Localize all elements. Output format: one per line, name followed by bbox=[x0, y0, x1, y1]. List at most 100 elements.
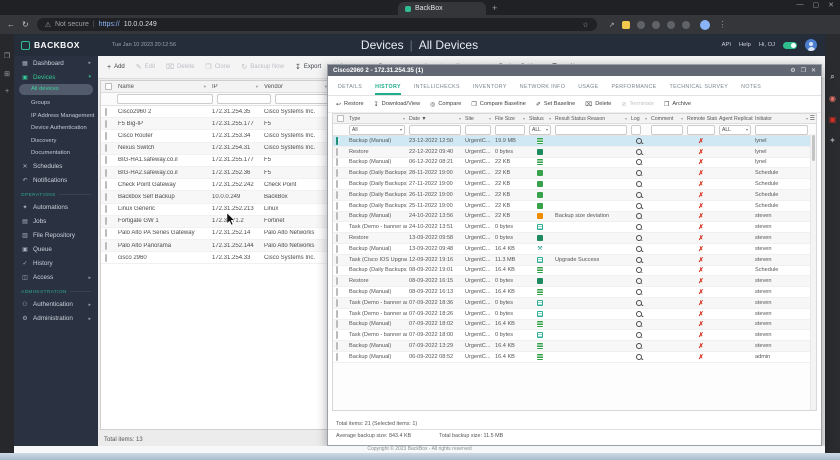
view-log-icon[interactable] bbox=[636, 299, 642, 306]
browser-tab[interactable]: BackBox bbox=[398, 2, 486, 15]
column-header-log[interactable]: Log ▾ bbox=[629, 116, 649, 122]
view-log-icon[interactable] bbox=[636, 278, 642, 285]
history-row[interactable]: Backup (Manual) 06-12-2022 08:21 UrgentC… bbox=[333, 157, 816, 169]
view-log-icon[interactable] bbox=[636, 235, 642, 242]
device-row[interactable]: Nexus Switch 172.31.254.31 Cisco Systems… bbox=[101, 142, 330, 155]
row-checkbox-checked[interactable] bbox=[336, 136, 338, 145]
view-log-icon[interactable] bbox=[636, 289, 642, 296]
sidebar-subitem-groups[interactable]: Groups bbox=[14, 97, 98, 110]
sidebar-subitem-device-authentication[interactable]: Device Authentication bbox=[14, 122, 98, 135]
sidebar-subitem-ip-address-management[interactable]: IP Address Management bbox=[14, 110, 98, 123]
history-row[interactable]: Task (Cisco IOS Upgrade) 12-09-2022 19:1… bbox=[333, 254, 816, 266]
tab-inventory[interactable]: INVENTORY bbox=[473, 84, 507, 95]
log-filter-input[interactable] bbox=[631, 124, 641, 135]
extension-a-icon[interactable]: ◉ bbox=[829, 94, 836, 103]
history-row[interactable]: Task (Demo - banner add) 07-09-2022 18:3… bbox=[333, 297, 816, 309]
history-scrollbar[interactable] bbox=[810, 134, 816, 410]
view-log-icon[interactable] bbox=[636, 321, 642, 328]
history-row[interactable]: Backup (Manual) 06-09-2022 08:52 UrgentC… bbox=[333, 351, 816, 363]
select-all-checkbox[interactable] bbox=[104, 83, 112, 90]
row-checkbox[interactable] bbox=[105, 156, 107, 165]
view-log-icon[interactable] bbox=[636, 213, 642, 220]
column-header-agent-replicati-[interactable]: Agent Replicati...▾ bbox=[717, 116, 753, 122]
row-checkbox[interactable] bbox=[336, 298, 338, 307]
help-link[interactable]: Help bbox=[739, 42, 751, 48]
device-row[interactable]: Check Point Gateway 172.31.252.242 Check… bbox=[101, 179, 330, 192]
device-row[interactable]: Cisco Router 172.31.253.34 Cisco Systems… bbox=[101, 130, 330, 143]
column-header-status[interactable]: Status ▾ bbox=[527, 116, 553, 122]
user-avatar[interactable] bbox=[805, 39, 817, 51]
history-row[interactable]: Restore 08-09-2022 16:15 UrgentC... 0 by… bbox=[333, 276, 816, 288]
column-header-site[interactable]: Site ▾ bbox=[463, 116, 493, 122]
column-header-date[interactable]: Date ▼ ▾ bbox=[407, 116, 463, 122]
sidebar-item-notifications[interactable]: ↶ Notifications bbox=[14, 174, 98, 188]
archive-button[interactable]: ❒ Archive bbox=[664, 101, 691, 108]
column-menu-icon[interactable]: ☰ bbox=[810, 115, 815, 122]
extension-c-icon[interactable]: ✦ bbox=[829, 136, 836, 145]
compare-button[interactable]: ◎Compare bbox=[430, 101, 461, 108]
select-all-checkbox[interactable] bbox=[336, 115, 344, 122]
column-header-ip[interactable]: IP ▾ bbox=[209, 84, 261, 90]
row-checkbox[interactable] bbox=[336, 212, 338, 221]
view-log-icon[interactable] bbox=[636, 310, 642, 317]
row-checkbox[interactable] bbox=[336, 288, 338, 297]
history-row[interactable]: Restore 13-09-2022 09:58 UrgentC... 0 by… bbox=[333, 233, 816, 244]
vendor-filter-input[interactable] bbox=[275, 94, 328, 104]
delete-button[interactable]: ⌧ Delete bbox=[585, 101, 611, 108]
history-row[interactable]: Backup (Manual) 08-09-2022 16:13 UrgentC… bbox=[333, 287, 816, 298]
user-greeting[interactable]: Hi, OJ bbox=[759, 42, 775, 48]
device-row[interactable]: BIG-HA2.safeway.co.il 172.31.252.36 F5 bbox=[101, 166, 330, 180]
row-checkbox[interactable] bbox=[105, 205, 107, 214]
new-tab-button[interactable]: + bbox=[492, 3, 497, 13]
tab-performance[interactable]: PERFORMANCE bbox=[611, 84, 656, 95]
row-checkbox[interactable] bbox=[105, 144, 107, 153]
view-log-icon[interactable] bbox=[636, 181, 642, 188]
theme-toggle[interactable] bbox=[783, 41, 797, 49]
row-checkbox[interactable] bbox=[336, 331, 338, 340]
ip-filter-input[interactable] bbox=[217, 94, 271, 104]
history-row[interactable]: Backup (Daily Backups) 08-09-2022 19:01 … bbox=[333, 265, 816, 277]
sidebar-item-administration[interactable]: ⚙ Administration ▸ bbox=[14, 312, 98, 326]
device-row[interactable]: Palo Alto PA Series Gateway 172.31.252.1… bbox=[101, 228, 330, 241]
view-log-icon[interactable] bbox=[636, 267, 642, 274]
add-panel-icon[interactable]: + bbox=[5, 88, 9, 95]
terminate-button[interactable]: ⊘ Terminate bbox=[621, 101, 654, 108]
restore-window-icon[interactable]: ▢ bbox=[813, 1, 820, 9]
extension-icon[interactable] bbox=[681, 20, 690, 29]
bookmark-star-icon[interactable]: ☆ bbox=[582, 21, 588, 29]
tab-intellichecks[interactable]: INTELLICHECKS bbox=[414, 84, 460, 95]
restore-button[interactable]: ↩ Restore bbox=[336, 101, 364, 108]
tab-usage[interactable]: USAGE bbox=[578, 84, 598, 95]
delete-button[interactable]: ⌧ Delete bbox=[166, 63, 194, 71]
filter-input[interactable] bbox=[555, 124, 627, 135]
add-button[interactable]: + Add bbox=[107, 64, 125, 71]
sidebar-item-dashboard[interactable]: ▦ Dashboard ▸ bbox=[14, 56, 98, 70]
sidebar-item-queue[interactable]: ▣ Queue bbox=[14, 243, 98, 257]
view-log-icon[interactable] bbox=[636, 159, 642, 166]
sidebar-item-history[interactable]: ✓ History bbox=[14, 257, 98, 271]
close-window-icon[interactable]: ✕ bbox=[828, 1, 834, 9]
row-checkbox[interactable] bbox=[105, 131, 107, 140]
sidebar-item-access[interactable]: ◫ Access ▸ bbox=[14, 271, 98, 285]
column-header-file-size[interactable]: File Size ▾ bbox=[493, 116, 527, 122]
row-checkbox[interactable] bbox=[105, 180, 107, 189]
filter-input[interactable] bbox=[465, 124, 491, 135]
column-header-name[interactable]: Name ▾ bbox=[115, 84, 209, 90]
history-row[interactable]: Backup (Daily Backups) 26-11-2022 19:00 … bbox=[333, 189, 816, 201]
tab-technical-survey[interactable]: TECHNICAL SURVEY bbox=[670, 84, 729, 95]
sidebar-item-jobs[interactable]: ▤ Jobs bbox=[14, 215, 98, 229]
row-checkbox[interactable] bbox=[105, 119, 107, 128]
row-checkbox[interactable] bbox=[336, 277, 338, 286]
column-header-comment[interactable]: Comment ▾ bbox=[649, 116, 685, 122]
history-row[interactable]: Backup (Daily Backups) 27-11-2022 19:00 … bbox=[333, 179, 816, 190]
row-checkbox[interactable] bbox=[105, 253, 107, 262]
filter-input[interactable] bbox=[755, 124, 808, 135]
filter-input[interactable] bbox=[651, 124, 683, 135]
history-row[interactable]: Task (Demo - banner add) 24-10-2022 13:5… bbox=[333, 222, 816, 234]
row-checkbox[interactable] bbox=[336, 234, 338, 243]
sidebar-item-devices[interactable]: ▣ Devices ▾ bbox=[14, 70, 98, 84]
extension-icon[interactable] bbox=[666, 20, 675, 29]
filter-input[interactable] bbox=[687, 124, 715, 135]
row-checkbox[interactable] bbox=[105, 168, 107, 177]
column-header-remote-status[interactable]: Remote Status▾ bbox=[685, 116, 717, 122]
